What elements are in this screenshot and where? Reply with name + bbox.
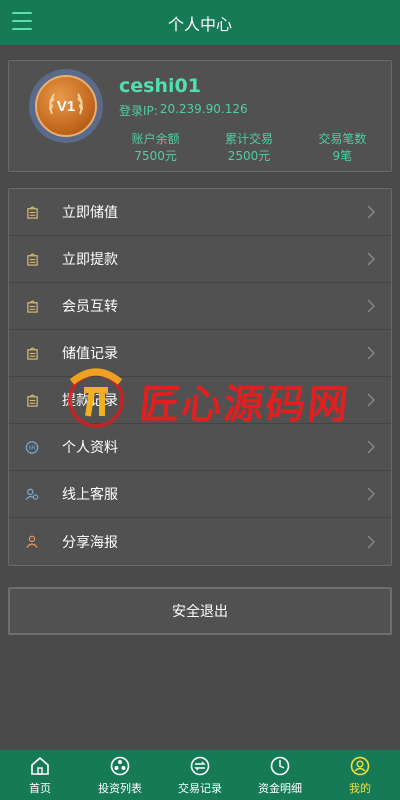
profile-badge-icon: SR bbox=[25, 440, 39, 454]
tab-label: 交易记录 bbox=[178, 781, 222, 795]
tab-home[interactable]: 首页 bbox=[0, 750, 80, 800]
stat-value: 2500元 bbox=[227, 149, 271, 163]
stat-label: 交易笔数 bbox=[318, 132, 367, 146]
menu-item-share-poster[interactable]: 分享海报 bbox=[9, 518, 391, 565]
username: ceshi01 bbox=[119, 75, 201, 97]
menu-item-profile[interactable]: SR 个人资料 bbox=[9, 424, 391, 471]
chevron-right-icon bbox=[367, 252, 375, 266]
user-icon bbox=[350, 756, 370, 775]
chevron-right-icon bbox=[367, 440, 375, 454]
menu-item-online-service[interactable]: 线上客服 bbox=[9, 471, 391, 518]
customer-service-icon bbox=[25, 487, 39, 501]
invest-list-icon bbox=[110, 756, 130, 775]
login-ip: 登录IP: 20.239.90.126 bbox=[119, 102, 248, 119]
menu-item-label: 提款记录 bbox=[62, 393, 118, 409]
wallet-icon bbox=[25, 346, 39, 360]
clock-icon bbox=[270, 756, 290, 775]
avatar: V1 bbox=[29, 69, 103, 143]
menu-list: 立即储值 立即提款 会员互转 储值记录 提款记录 SR 个人资料 线上客服 分享… bbox=[8, 188, 392, 566]
menu-item-label: 会员互转 bbox=[62, 299, 118, 315]
level-badge: V1 bbox=[35, 75, 97, 137]
stat-total-trade: 累计交易 2500元 bbox=[202, 131, 295, 165]
chevron-right-icon bbox=[367, 487, 375, 501]
menu-item-label: 储值记录 bbox=[62, 346, 118, 362]
tab-invest-list[interactable]: 投资列表 bbox=[80, 750, 160, 800]
menu-item-deposit-records[interactable]: 储值记录 bbox=[9, 330, 391, 377]
chevron-right-icon bbox=[367, 535, 375, 548]
level-badge-text: V1 bbox=[57, 98, 75, 115]
menu-item-withdraw-records[interactable]: 提款记录 bbox=[9, 377, 391, 424]
wallet-icon bbox=[25, 299, 39, 313]
chevron-right-icon bbox=[367, 393, 375, 407]
menu-item-member-transfer[interactable]: 会员互转 bbox=[9, 283, 391, 330]
stat-label: 账户余额 bbox=[131, 132, 180, 146]
menu-item-label: 线上客服 bbox=[62, 487, 118, 503]
tab-label: 投资列表 bbox=[98, 781, 142, 795]
menu-item-label: 立即提款 bbox=[62, 252, 118, 268]
menu-item-label: 立即储值 bbox=[62, 205, 118, 221]
tab-mine[interactable]: 我的 bbox=[320, 750, 400, 800]
stat-balance: 账户余额 7500元 bbox=[109, 131, 202, 165]
tab-label: 我的 bbox=[349, 781, 371, 795]
wallet-icon bbox=[25, 252, 39, 266]
menu-item-label: 分享海报 bbox=[62, 534, 118, 551]
wallet-icon bbox=[25, 393, 39, 407]
menu-item-deposit[interactable]: 立即储值 bbox=[9, 189, 391, 236]
share-user-icon bbox=[25, 535, 39, 549]
hamburger-menu-icon[interactable] bbox=[12, 12, 32, 30]
menu-item-label: 个人资料 bbox=[62, 440, 118, 456]
login-ip-label: 登录IP: bbox=[119, 104, 158, 118]
logout-button[interactable]: 安全退出 bbox=[8, 587, 392, 635]
tab-label: 资金明细 bbox=[258, 781, 302, 795]
profile-card: V1 ceshi01 登录IP: 20.239.90.126 账户余额 7500… bbox=[8, 60, 392, 172]
stat-value: 7500元 bbox=[134, 149, 177, 163]
top-bar: 个人中心 bbox=[0, 0, 400, 45]
home-icon bbox=[31, 756, 49, 775]
account-stats: 账户余额 7500元 累计交易 2500元 交易笔数 9笔 bbox=[109, 131, 389, 165]
bottom-tab-bar: 首页 投资列表 交易记录 资金明细 我的 bbox=[0, 750, 400, 800]
laurel-badge-icon: V1 bbox=[48, 93, 84, 115]
page-title: 个人中心 bbox=[167, 14, 232, 34]
tab-label: 首页 bbox=[29, 781, 51, 795]
wallet-icon bbox=[25, 205, 39, 219]
chevron-right-icon bbox=[367, 299, 375, 313]
chevron-right-icon bbox=[367, 346, 375, 360]
menu-item-withdraw[interactable]: 立即提款 bbox=[9, 236, 391, 283]
svg-text:SR: SR bbox=[28, 445, 36, 451]
exchange-icon bbox=[190, 756, 210, 775]
chevron-right-icon bbox=[367, 205, 375, 219]
tab-fund-details[interactable]: 资金明细 bbox=[240, 750, 320, 800]
tab-transactions[interactable]: 交易记录 bbox=[160, 750, 240, 800]
stat-value: 9笔 bbox=[332, 149, 353, 163]
stat-trade-count: 交易笔数 9笔 bbox=[296, 131, 389, 165]
stat-label: 累计交易 bbox=[224, 132, 273, 146]
login-ip-value: 20.239.90.126 bbox=[159, 102, 248, 116]
